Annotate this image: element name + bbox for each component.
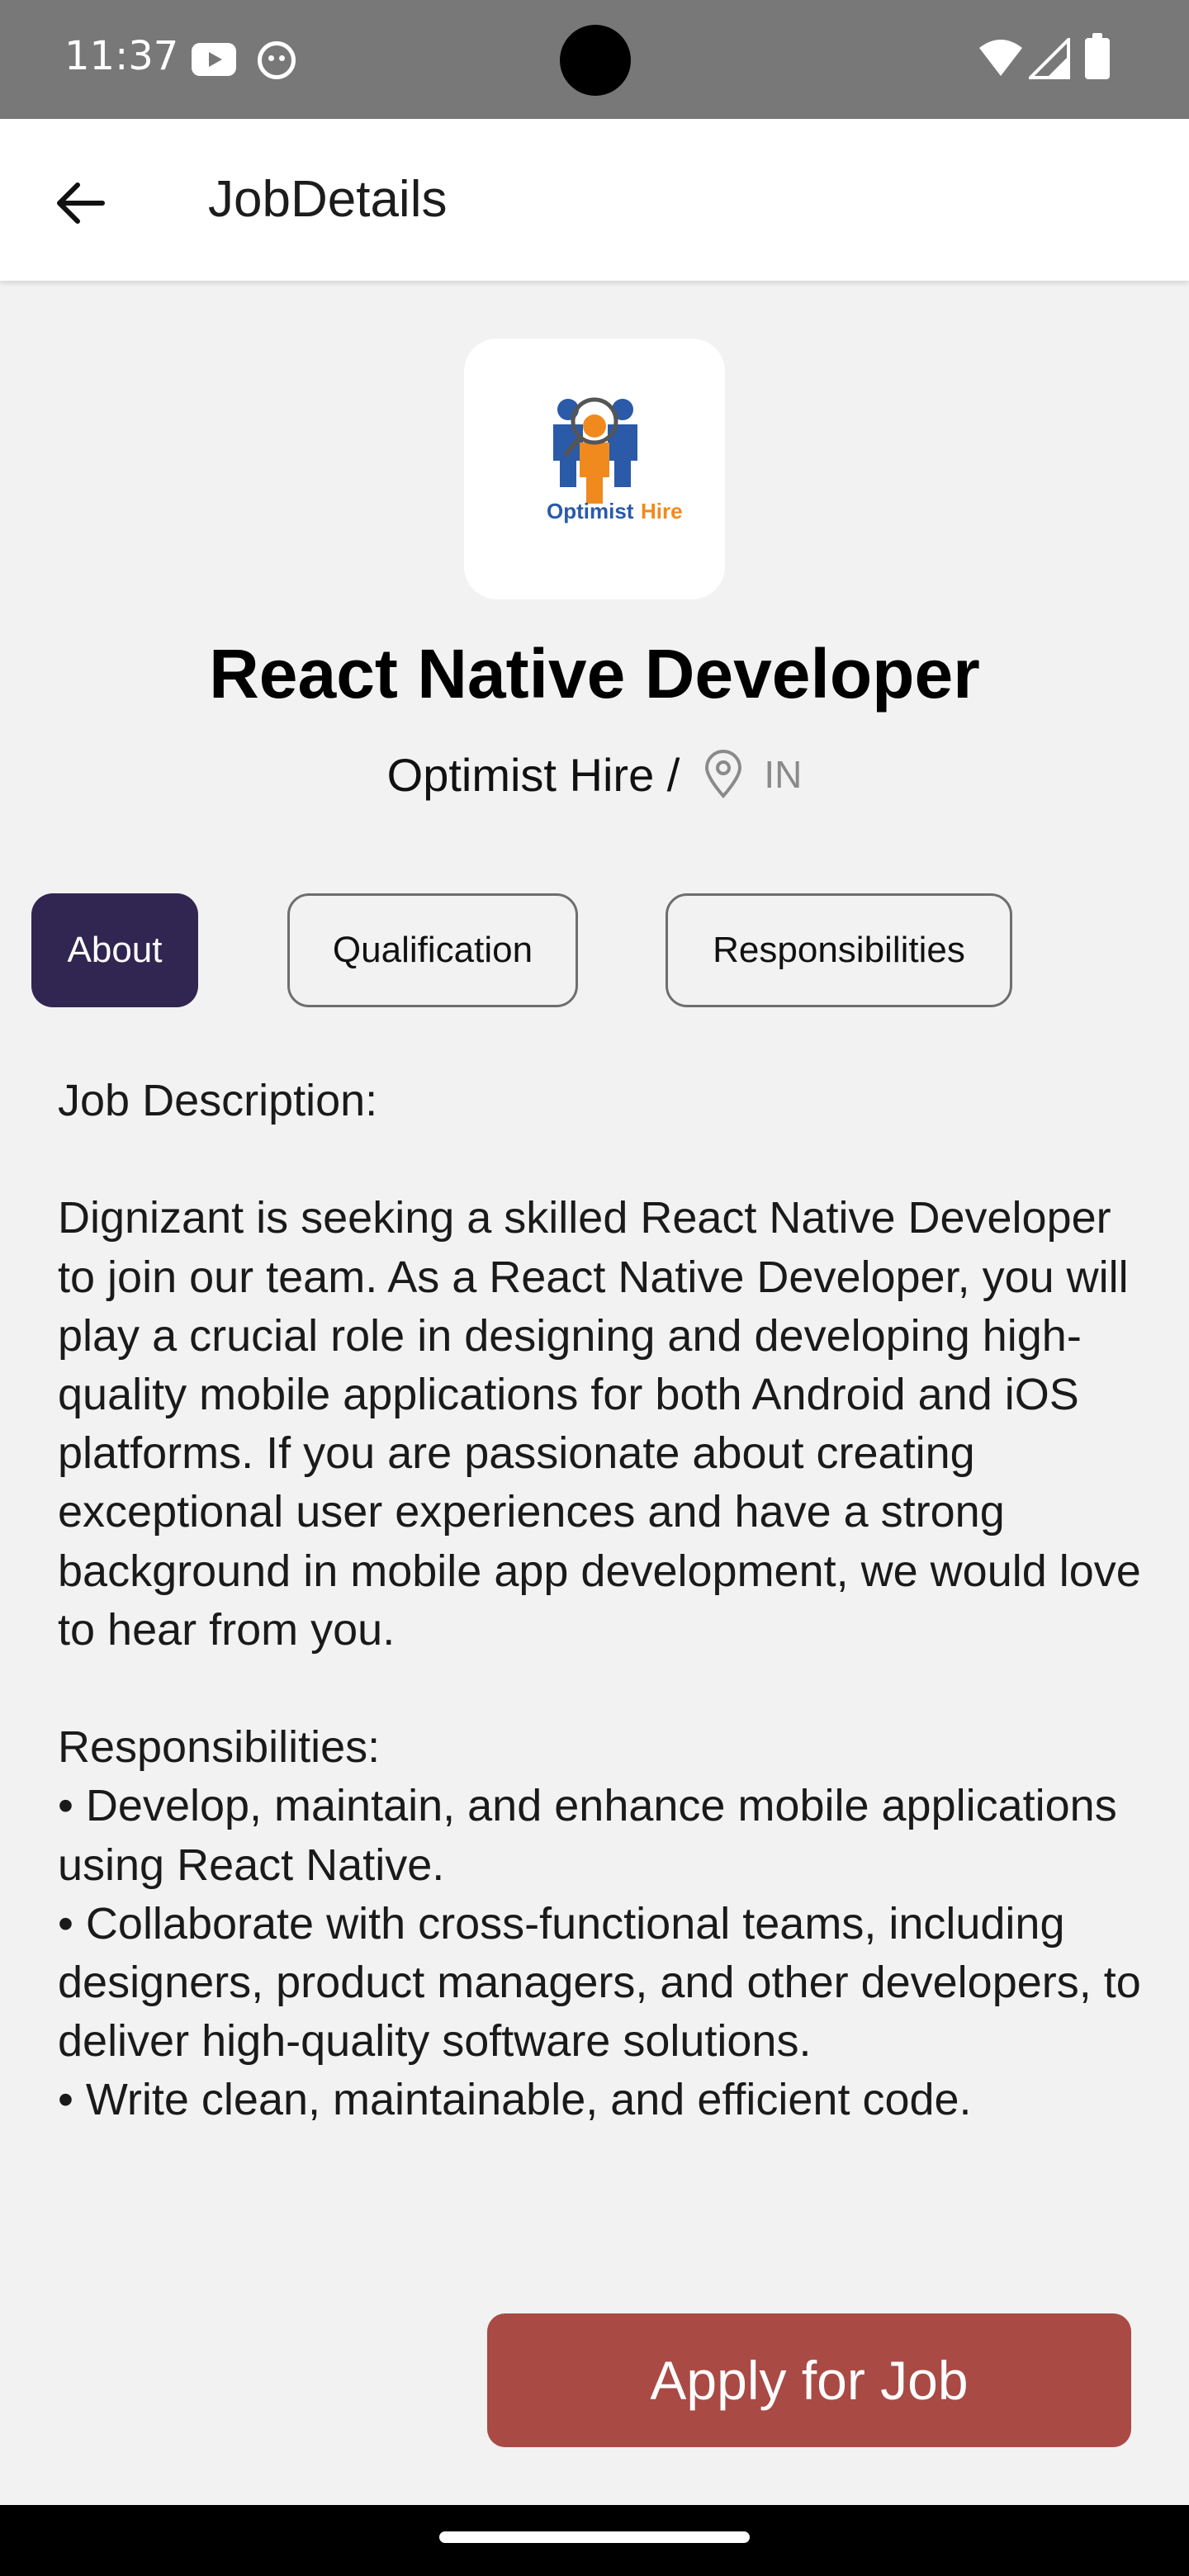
cell-signal-icon <box>1029 38 1070 79</box>
front-camera-cutout <box>560 25 631 96</box>
app-header: JobDetails <box>0 119 1189 281</box>
apply-for-job-button[interactable]: Apply for Job <box>487 2313 1131 2447</box>
job-details-screen: 11:37 JobDetails Optimist Hire React Nat… <box>0 0 1189 2576</box>
status-bar: 11:37 <box>0 0 1189 119</box>
arrow-left-icon[interactable] <box>48 170 114 236</box>
youtube-notification-icon <box>192 43 236 76</box>
logo-wordmark-hire: Hire <box>641 499 683 523</box>
company-name: Optimist Hire / <box>386 748 680 801</box>
home-gesture-handle[interactable] <box>439 2531 750 2543</box>
logo-wordmark-optimist: Optimist <box>547 499 634 523</box>
company-logo: Optimist Hire <box>464 339 725 599</box>
battery-icon <box>1085 33 1110 79</box>
app-notification-icon <box>258 41 296 79</box>
job-description: Job Description: Dignizant is seeking a … <box>58 1076 1141 2125</box>
wifi-icon <box>979 40 1022 76</box>
system-navigation-bar <box>0 2505 1189 2576</box>
tab-responsibilities[interactable]: Responsibilities <box>666 893 1012 1007</box>
job-location: IN <box>764 753 803 796</box>
page-title: JobDetails <box>208 171 448 228</box>
tab-about[interactable]: About <box>31 893 198 1007</box>
location-pin-icon <box>705 750 742 798</box>
tab-qualification[interactable]: Qualification <box>287 893 578 1007</box>
company-logo-image: Optimist Hire <box>547 397 683 523</box>
job-title: React Native Developer <box>209 635 980 713</box>
company-location-row: Optimist Hire / IN <box>0 743 1189 806</box>
status-time: 11:37 <box>64 33 179 79</box>
